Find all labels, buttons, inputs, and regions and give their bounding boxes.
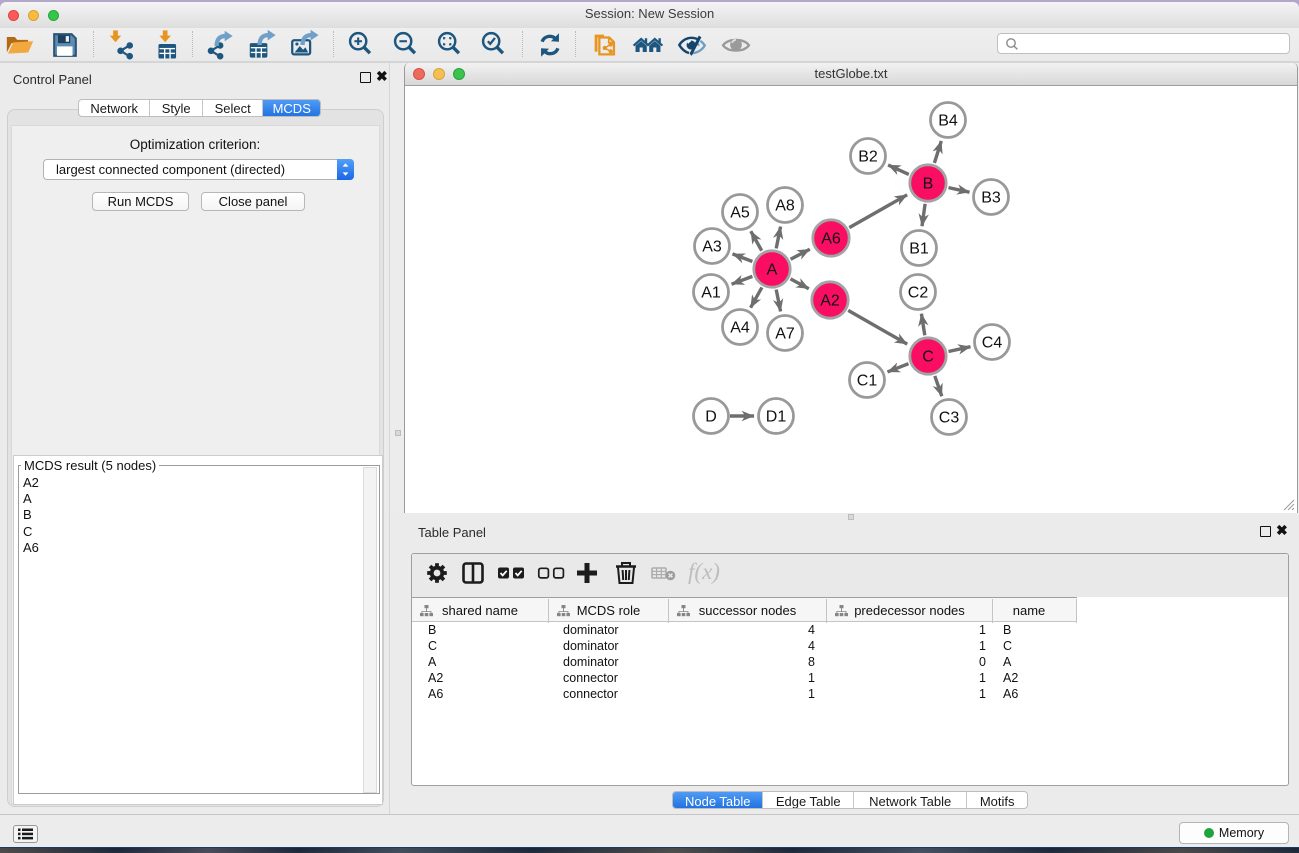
svg-text:A7: A7 — [775, 326, 795, 343]
svg-text:B3: B3 — [981, 190, 1001, 207]
svg-text:B4: B4 — [938, 113, 958, 130]
svg-text:B1: B1 — [909, 241, 929, 258]
svg-text:C3: C3 — [939, 410, 960, 427]
svg-text:A: A — [767, 262, 778, 279]
svg-text:A4: A4 — [730, 320, 750, 337]
svg-text:C4: C4 — [982, 335, 1003, 352]
svg-text:D: D — [705, 409, 717, 426]
svg-text:A8: A8 — [775, 198, 795, 215]
svg-text:A2: A2 — [820, 293, 840, 310]
svg-text:C: C — [922, 349, 934, 366]
svg-text:A6: A6 — [821, 231, 841, 248]
svg-text:A3: A3 — [702, 239, 722, 256]
svg-text:A1: A1 — [701, 285, 721, 302]
svg-text:f(x): f(x) — [688, 559, 720, 584]
svg-text:B: B — [923, 176, 934, 193]
svg-text:C1: C1 — [857, 373, 878, 390]
svg-text:C2: C2 — [908, 285, 929, 302]
svg-text:D1: D1 — [766, 409, 787, 426]
svg-text:B2: B2 — [858, 149, 878, 166]
svg-text:A5: A5 — [730, 205, 750, 222]
